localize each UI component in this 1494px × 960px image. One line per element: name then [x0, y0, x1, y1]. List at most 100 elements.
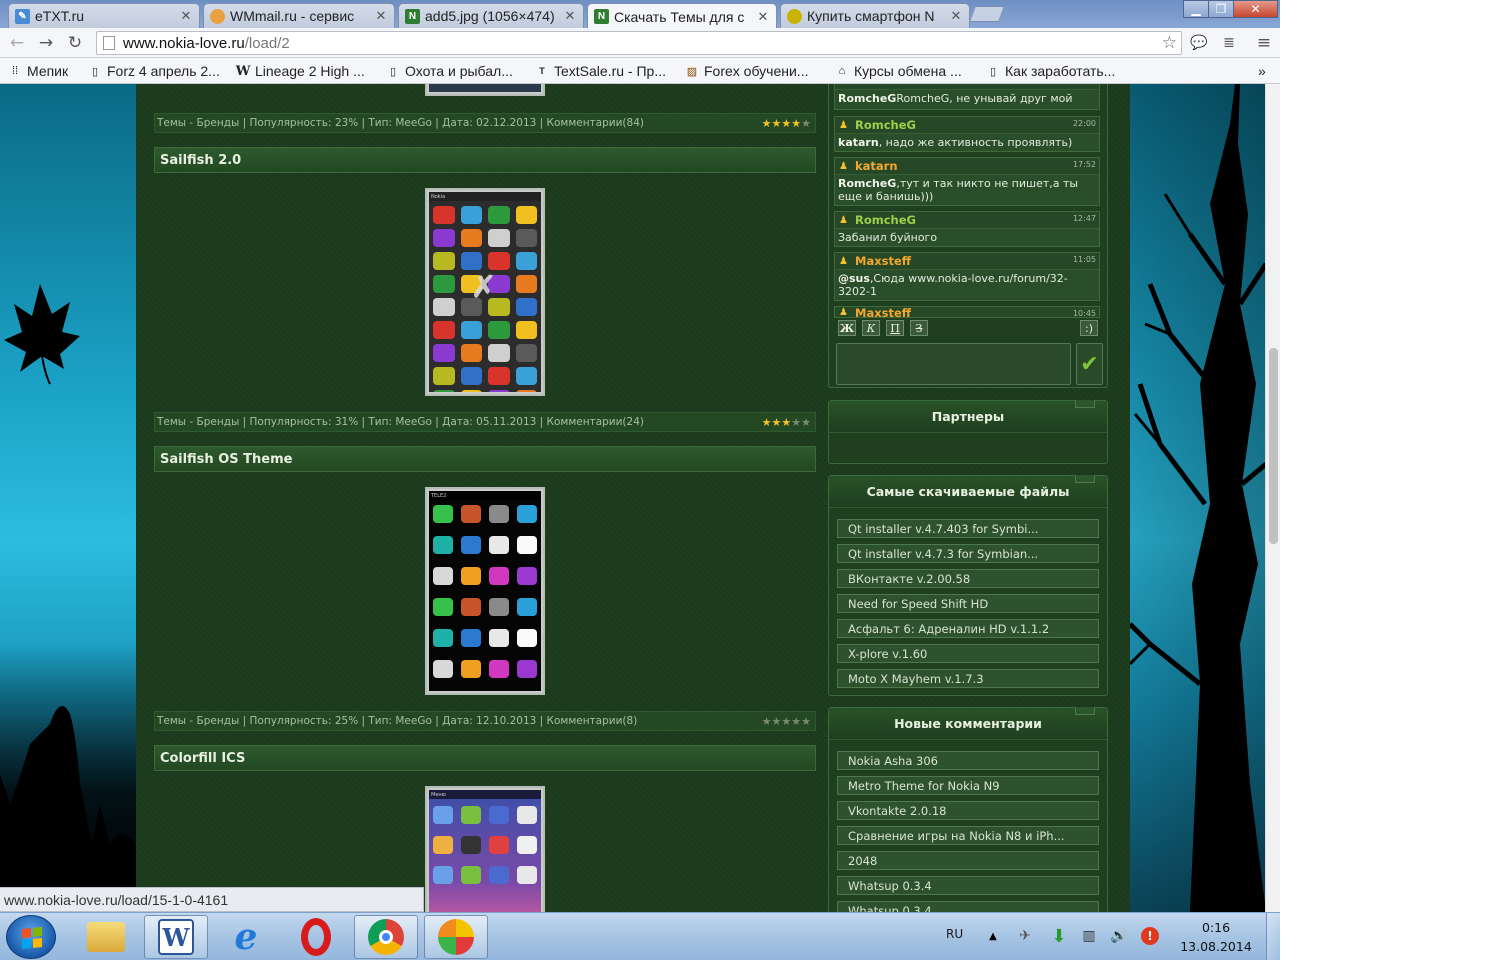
top-file-link[interactable]: Moto X Mayhem v.1.7.3 — [837, 669, 1099, 688]
page-scrollbar[interactable] — [1265, 84, 1280, 912]
close-window-button[interactable]: ✕ — [1233, 0, 1278, 18]
bookmark-forex[interactable]: ▨ Forex обучени... — [685, 62, 809, 80]
theme-thumbnail[interactable]: Nokia ✗ — [425, 188, 545, 396]
star-icon: ★ — [791, 715, 802, 728]
taskbar-explorer[interactable] — [74, 915, 138, 959]
mention[interactable]: RomcheG — [838, 177, 896, 190]
theme-thumbnail[interactable] — [425, 84, 545, 96]
close-tab-icon[interactable]: ✕ — [179, 8, 193, 24]
rating-stars[interactable]: ★★★★★ — [762, 117, 811, 130]
bookmark-star-icon[interactable]: ☆ — [1162, 33, 1177, 53]
bookmark-hunting[interactable]: ▯ Охота и рыбал... — [386, 62, 513, 80]
bold-button[interactable]: Ж — [838, 320, 856, 336]
bookmark-forz[interactable]: ▯ Forz 4 апрель 2... — [88, 62, 220, 80]
tab-buy-smartphone[interactable]: Купить смартфон N ✕ — [780, 3, 970, 28]
app-icon — [517, 536, 537, 554]
settings-menu-icon[interactable]: ≡ — [1253, 32, 1275, 54]
show-desktop-button[interactable] — [1266, 913, 1280, 960]
strike-button[interactable]: З — [910, 320, 928, 336]
tab-label: eTXT.ru — [35, 8, 85, 24]
usb-device-icon[interactable]: ✈ — [1016, 927, 1034, 945]
taskbar-chrome[interactable] — [354, 915, 418, 959]
close-tab-icon[interactable]: ✕ — [756, 9, 770, 25]
app-icon — [515, 344, 537, 362]
mention[interactable]: @sus — [838, 272, 870, 285]
bookmark-lineage[interactable]: W Lineage 2 High ... — [236, 62, 365, 80]
tab-wmmail[interactable]: WMmail.ru - сервис ✕ — [203, 3, 395, 28]
top-file-link[interactable]: Qt installer v.4.7.3 for Symbian... — [837, 544, 1099, 563]
top-file-link[interactable]: X-plore v.1.60 — [837, 644, 1099, 663]
theme-thumbnail[interactable]: Меню — [425, 786, 545, 912]
scrollbar-thumb[interactable] — [1269, 348, 1278, 544]
comment-link[interactable]: Whatsup 0.3.4 — [837, 876, 1099, 895]
start-button[interactable] — [6, 915, 56, 959]
taskbar-internet-explorer[interactable]: e — [214, 915, 278, 959]
close-tab-icon[interactable]: ✕ — [949, 8, 963, 24]
minimize-button[interactable]: ▁ — [1183, 0, 1209, 18]
chat-username[interactable]: RomcheG — [855, 213, 916, 227]
collapse-tab-icon[interactable] — [1075, 707, 1095, 715]
new-tab-button[interactable] — [969, 6, 1005, 22]
chat-username[interactable]: RomcheG — [855, 118, 916, 132]
address-bar[interactable]: www.nokia-love.ru/load/2 ☆ — [96, 31, 1182, 55]
tab-etxt[interactable]: ✎ eTXT.ru ✕ — [8, 3, 200, 28]
rating-stars[interactable]: ★★★★★ — [762, 416, 811, 429]
collapse-tab-icon[interactable] — [1075, 400, 1095, 408]
top-file-link[interactable]: Асфальт 6: Адреналин HD v.1.1.2 — [837, 619, 1099, 638]
bookmark-textsale[interactable]: T TextSale.ru - Пр... — [535, 62, 666, 80]
network-icon[interactable]: ▥ — [1080, 927, 1098, 945]
entry-title[interactable]: Colorfill ICS — [154, 745, 816, 771]
collapse-tab-icon[interactable] — [1075, 475, 1095, 483]
language-indicator[interactable]: RU — [946, 927, 963, 941]
extension-icon[interactable]: 💬 — [1188, 32, 1210, 54]
comment-link[interactable]: 2048 — [837, 851, 1099, 870]
maximize-button[interactable]: ❐ — [1208, 0, 1234, 18]
bookmarks-overflow-button[interactable]: » — [1258, 62, 1266, 80]
comment-link[interactable]: Whatsup 0.3.4 — [837, 901, 1099, 912]
download-icon[interactable]: ⬇ — [1050, 926, 1068, 947]
top-file-link[interactable]: ВКонтакте v.2.00.58 — [837, 569, 1099, 588]
extension-list-icon[interactable]: ≣ — [1218, 32, 1240, 54]
show-hidden-icons-icon[interactable]: ▲ — [984, 927, 1002, 945]
mention[interactable]: RomcheG — [838, 92, 896, 105]
bookmark-exchange-rates[interactable]: ⌂ Курсы обмена ... — [835, 62, 962, 80]
comment-link[interactable]: Vkontakte 2.0.18 — [837, 801, 1099, 820]
tab-nokia-love-themes[interactable]: N Скачать Темы для с ✕ — [587, 3, 777, 29]
top-downloads-title: Самые скачиваемые файлы — [829, 476, 1107, 508]
comment-link[interactable]: Nokia Asha 306 — [837, 751, 1099, 770]
italic-button[interactable]: К — [862, 320, 880, 336]
chat-send-button[interactable]: ✔ — [1076, 343, 1103, 385]
rating-stars[interactable]: ★★★★★ — [762, 715, 811, 728]
back-button[interactable]: ← — [6, 32, 28, 54]
taskbar-app[interactable] — [424, 915, 488, 959]
reload-button[interactable]: ↻ — [64, 32, 86, 54]
chat-message-input[interactable] — [836, 343, 1071, 385]
taskbar-opera[interactable] — [284, 915, 348, 959]
entry-title[interactable]: Sailfish 2.0 — [154, 147, 816, 173]
entry-title[interactable]: Sailfish OS Theme — [154, 446, 816, 472]
smiley-button[interactable]: :) — [1080, 320, 1098, 336]
comment-link[interactable]: Metro Theme for Nokia N9 — [837, 776, 1099, 795]
taskbar-word[interactable]: W — [144, 915, 208, 959]
forward-button[interactable]: → — [35, 32, 57, 54]
bookmark-earn[interactable]: ▯ Как заработать... — [986, 62, 1115, 80]
volume-icon[interactable]: 🔊 — [1110, 927, 1128, 945]
close-tab-icon[interactable]: ✕ — [563, 8, 577, 24]
tab-add5-image[interactable]: N add5.jpg (1056×474) ✕ — [398, 3, 584, 28]
underline-button[interactable]: П — [886, 320, 904, 336]
close-tab-icon[interactable]: ✕ — [374, 8, 388, 24]
comment-link[interactable]: Сравнение игры на Nokia N8 и iPh... — [837, 826, 1099, 845]
chat-username[interactable]: Maxsteff — [855, 307, 911, 317]
bookmark-apps[interactable]: ⁞⁞ Мепик — [8, 62, 68, 80]
word-icon: W — [158, 919, 194, 955]
theme-thumbnail[interactable]: TELE2 — [425, 487, 545, 695]
wmmail-favicon — [210, 8, 225, 24]
top-file-link[interactable]: Need for Speed Shift HD — [837, 594, 1099, 613]
clock[interactable]: 0:16 13.08.2014 — [1176, 918, 1256, 956]
chat-username[interactable]: Maxsteff — [855, 254, 911, 268]
star-icon: ★ — [791, 416, 802, 429]
top-file-link[interactable]: Qt installer v.4.7.403 for Symbi... — [837, 519, 1099, 538]
alert-icon[interactable]: ! — [1141, 927, 1159, 945]
chat-username[interactable]: katarn — [855, 159, 898, 173]
mention[interactable]: katarn — [838, 136, 879, 149]
